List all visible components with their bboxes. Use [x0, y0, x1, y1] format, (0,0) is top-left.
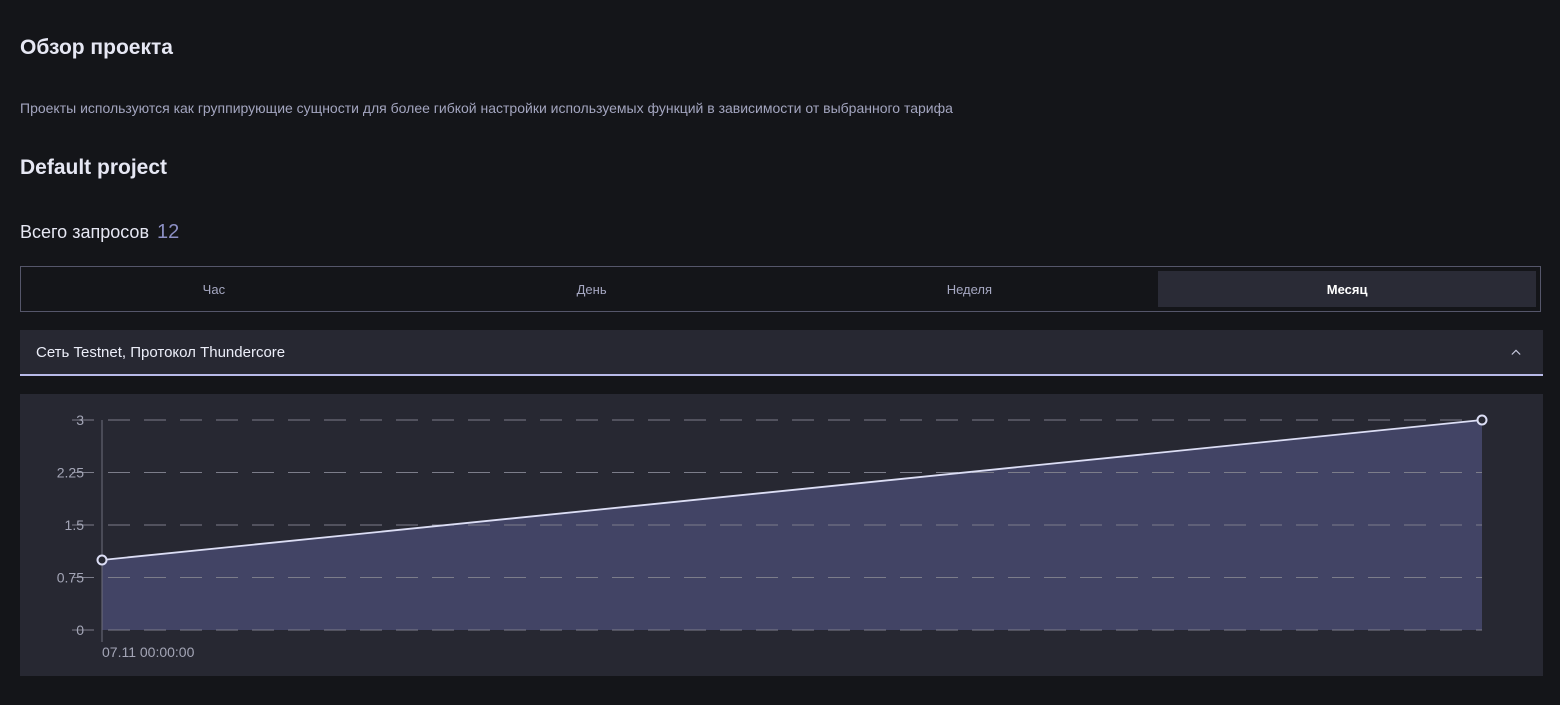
data-point — [96, 554, 108, 566]
tab-week[interactable]: Неделя — [781, 271, 1159, 307]
y-tick-label: 0 — [76, 622, 84, 638]
project-overview-page: Обзор проекта Проекты используются как г… — [0, 0, 1560, 705]
total-requests-count: 12 — [157, 221, 180, 243]
tab-month[interactable]: Месяц — [1158, 271, 1536, 307]
y-tick-label: 0.75 — [57, 570, 84, 586]
tab-hour[interactable]: Час — [25, 271, 403, 307]
page-title: Обзор проекта — [20, 36, 173, 59]
total-requests-label: Всего запросов — [20, 222, 150, 242]
page-description: Проекты используются как группирующие су… — [20, 100, 953, 116]
network-accordion-header[interactable]: Сеть Testnet, Протокол Thundercore — [20, 330, 1543, 376]
requests-chart-svg: 0 0.75 1.5 2.25 3 07.11 00:00:00 — [57, 412, 1488, 660]
x-tick-label: 07.11 00:00:00 — [102, 644, 195, 660]
requests-chart: 0 0.75 1.5 2.25 3 07.11 00:00:00 — [20, 394, 1543, 676]
chevron-up-icon[interactable] — [1511, 347, 1521, 357]
network-accordion-title: Сеть Testnet, Протокол Thundercore — [36, 343, 286, 361]
y-tick-label: 3 — [76, 412, 84, 428]
data-point — [1476, 414, 1488, 426]
project-name: Default project — [20, 156, 168, 179]
y-tick-label: 2.25 — [57, 465, 84, 481]
tab-day[interactable]: День — [403, 271, 781, 307]
y-tick-label: 1.5 — [65, 517, 85, 533]
total-requests: Всего запросов 12 — [20, 221, 179, 244]
period-tabs: Час День Неделя Месяц — [20, 266, 1541, 312]
